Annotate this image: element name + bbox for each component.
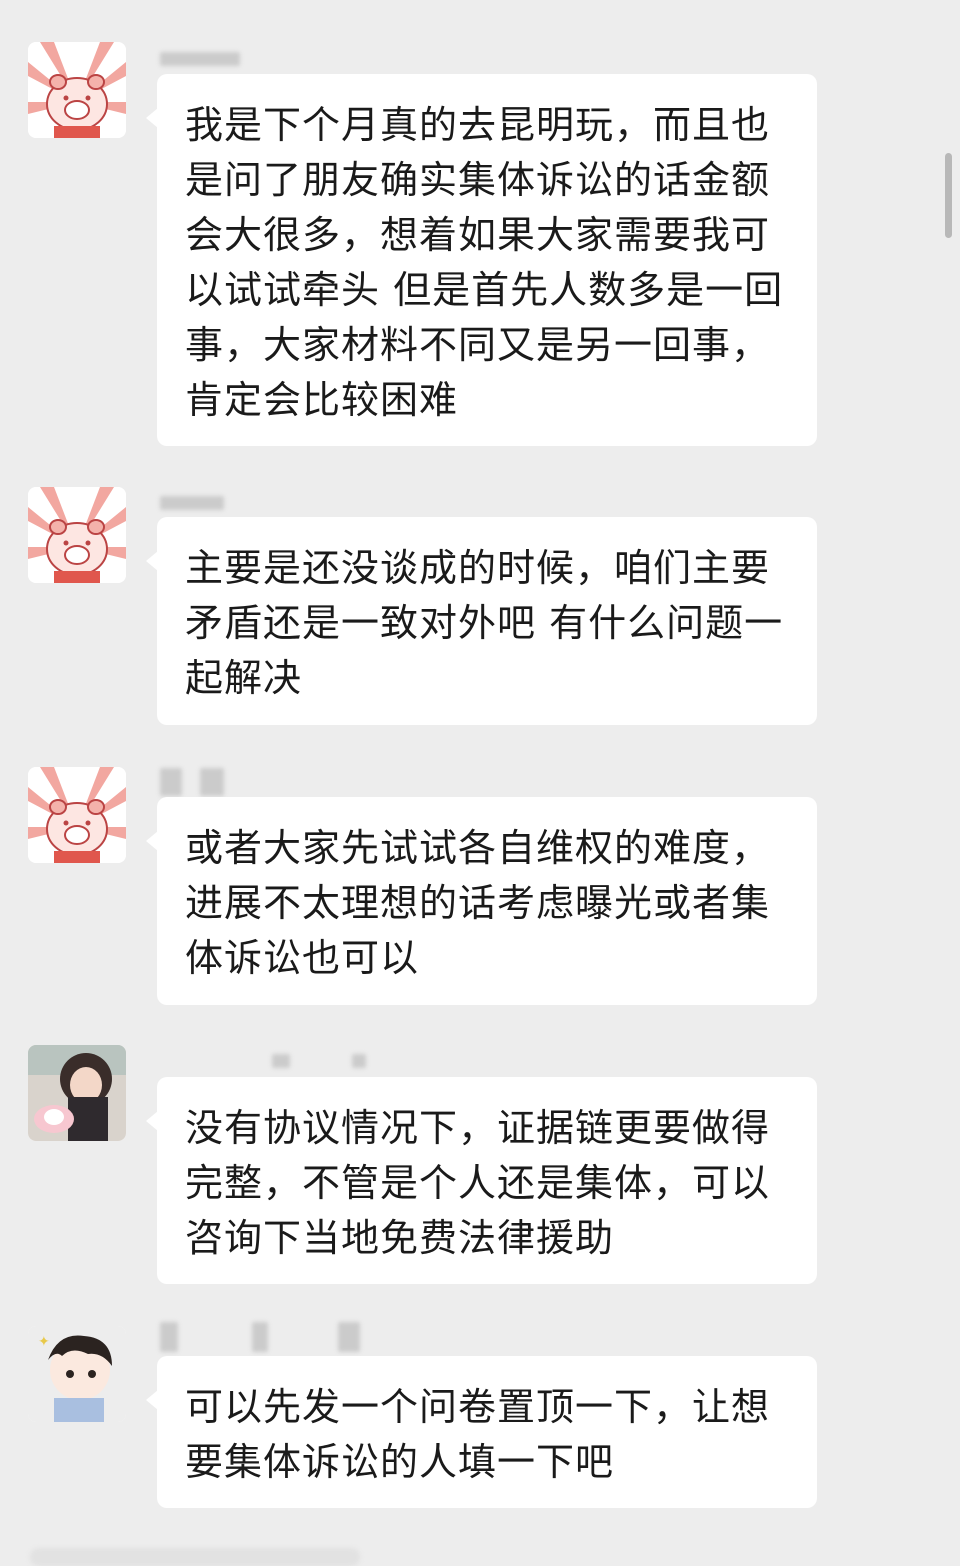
message-text: 主要是还没谈成的时候，咱们主要矛盾还是一致对外吧 有什么问题一起解决: [185, 546, 784, 700]
input-bar-hint: [30, 1548, 360, 1566]
message-bubble[interactable]: 没有协议情况下，证据链更要做得完整，不管是个人还是集体，可以咨询下当地免费法律援…: [146, 1077, 817, 1284]
scrollbar[interactable]: [945, 153, 952, 238]
cartoon-boy-avatar[interactable]: ✦: [28, 1326, 126, 1422]
svg-text:✦: ✦: [38, 1334, 50, 1350]
message-bubble[interactable]: 或者大家先试试各自维权的难度，进展不太理想的话考虑曝光或者集体诉讼也可以: [146, 797, 817, 1005]
girl-photo-avatar[interactable]: [28, 1045, 126, 1141]
pig-avatar[interactable]: [28, 767, 126, 863]
message-text: 或者大家先试试各自维权的难度，进展不太理想的话考虑曝光或者集体诉讼也可以: [185, 826, 771, 980]
message-text: 可以先发一个问卷置顶一下，让想要集体诉讼的人填一下吧: [185, 1385, 771, 1484]
pig-avatar[interactable]: [28, 42, 126, 138]
message-text: 没有协议情况下，证据链更要做得完整，不管是个人还是集体，可以咨询下当地免费法律援…: [185, 1106, 771, 1260]
pig-avatar[interactable]: [28, 487, 126, 583]
message-bubble[interactable]: 我是下个月真的去昆明玩，而且也是问了朋友确实集体诉讼的话金额会大很多，想着如果大…: [146, 74, 817, 446]
message-bubble[interactable]: 主要是还没谈成的时候，咱们主要矛盾还是一致对外吧 有什么问题一起解决: [146, 517, 817, 725]
message-text: 我是下个月真的去昆明玩，而且也是问了朋友确实集体诉讼的话金额会大很多，想着如果大…: [185, 103, 784, 422]
message-bubble[interactable]: 可以先发一个问卷置顶一下，让想要集体诉讼的人填一下吧: [146, 1356, 817, 1508]
